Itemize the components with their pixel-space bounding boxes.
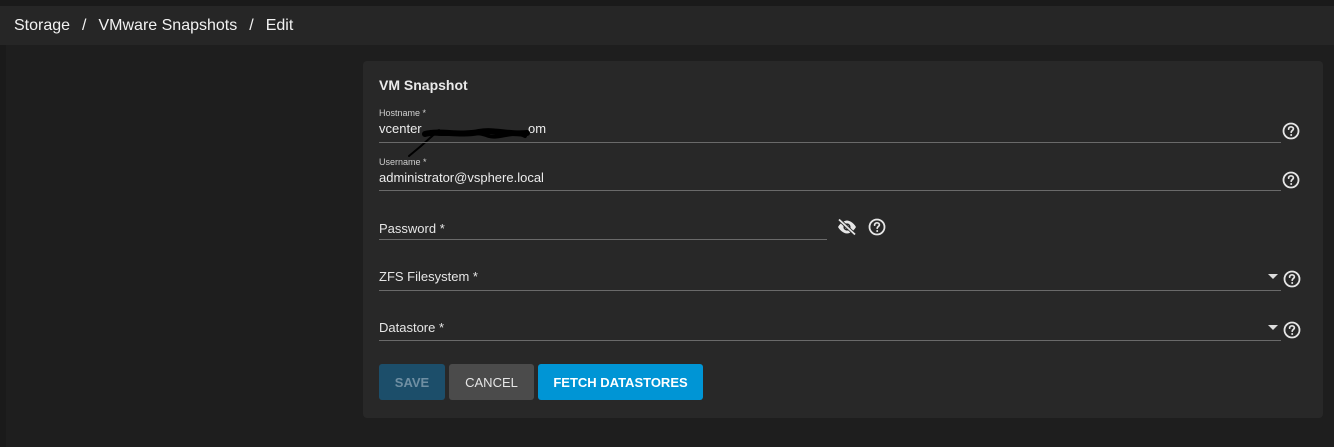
help-icon[interactable] [1282,171,1300,189]
visibility-off-icon[interactable] [836,218,858,236]
redaction-scribble [408,128,530,157]
help-icon[interactable] [1283,270,1301,288]
breadcrumb-edit: Edit [265,16,294,34]
username-underline [379,190,1281,191]
breadcrumb-separator: / [249,16,254,34]
hostname-label: Hostname * [379,108,427,118]
zfs-filesystem-select[interactable]: ZFS Filesystem * [379,261,1281,291]
hostname-field[interactable]: Hostname * vcenter om [379,108,1281,157]
hostname-underline [379,142,1281,143]
fetch-datastores-button[interactable]: FETCH DATASTORES [538,364,703,400]
username-field[interactable]: Username * administrator@vsphere.local [379,157,1281,193]
form-title: VM Snapshot [379,77,468,93]
breadcrumb-vmware-snapshots[interactable]: VMware Snapshots [99,17,238,35]
breadcrumb-storage[interactable]: Storage [14,17,70,35]
help-icon[interactable] [1283,321,1301,339]
save-button[interactable]: SAVE [379,364,445,400]
breadcrumb-separator: / [82,16,87,34]
help-icon[interactable] [1282,122,1300,140]
vm-snapshot-form-card: VM Snapshot Hostname * vcenter om Userna… [363,61,1323,418]
datastore-select[interactable]: Datastore * [379,312,1281,342]
password-label: Password * [379,221,445,236]
username-value: administrator@vsphere.local [379,170,544,185]
breadcrumb: Storage / VMware Snapshots / Edit [0,6,1334,45]
dropdown-arrow-icon[interactable] [1268,274,1278,279]
datastore-label: Datastore * [379,320,445,335]
datastore-underline [379,340,1281,341]
cancel-button[interactable]: CANCEL [449,364,534,400]
password-underline [379,239,827,240]
username-label: Username * [379,157,427,167]
help-icon[interactable] [868,218,886,236]
zfs-filesystem-label: ZFS Filesystem * [379,269,478,284]
zfs-filesystem-underline [379,290,1281,291]
password-field[interactable]: Password * [379,211,827,241]
dropdown-arrow-icon[interactable] [1268,325,1278,330]
